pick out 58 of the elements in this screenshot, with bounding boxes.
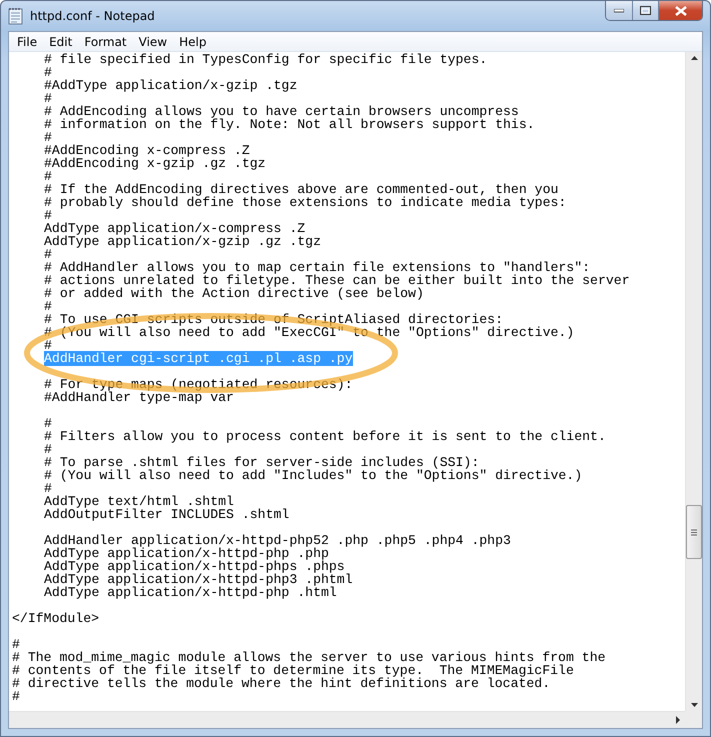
- code-line: AddType application/x-httpd-php .html: [43, 586, 337, 599]
- code-line: #: [43, 66, 52, 79]
- code-line: AddOutputFilter INCLUDES .shtml: [43, 508, 290, 521]
- horizontal-scrollbar[interactable]: [9, 711, 685, 728]
- minimize-button[interactable]: [606, 1, 632, 20]
- code-line: AddType application/x-httpd-php .php: [43, 547, 329, 560]
- window-title: httpd.conf - Notepad: [30, 9, 155, 23]
- code-line: # AddHandler allows you to map certain file extensions to "handlers":: [43, 261, 590, 274]
- code-line: #: [43, 300, 52, 313]
- code-line: # information on the fly. Note: Not all browsers support this.: [43, 118, 535, 131]
- code-line: #: [43, 92, 52, 105]
- menu-item[interactable]: File: [11, 34, 44, 50]
- menu-item[interactable]: Help: [173, 34, 212, 50]
- code-line: # actions unrelated to filetype. These can be either built into the server: [43, 274, 630, 287]
- scroll-thumb[interactable]: [686, 505, 702, 559]
- minimize-icon: [614, 8, 624, 12]
- code-line: #AddEncoding x-compress .Z: [43, 144, 250, 157]
- code-line: #: [43, 339, 52, 352]
- close-button[interactable]: [658, 1, 702, 20]
- code-line: AddType application/x-compress .Z: [43, 222, 306, 235]
- code-line: # directive tells the module where the hint definitions are located.: [12, 677, 550, 690]
- code-line: #: [43, 248, 52, 261]
- notepad-icon: [8, 7, 24, 25]
- code-line: # or added with the Action directive (see below): [43, 287, 424, 300]
- code-line: # To parse .shtml files for server-side includes (SSI):: [43, 456, 480, 469]
- code-line: #AddEncoding x-gzip .gz .tgz: [43, 157, 266, 170]
- code-line: #AddType application/x-gzip .tgz: [43, 79, 298, 92]
- code-line: #: [43, 417, 52, 430]
- code-line: # If the AddEncoding directives above are commented-out, then you: [43, 183, 558, 196]
- code-line: #: [12, 690, 20, 703]
- code-line: AddType application/x-httpd-phps .phps: [43, 560, 345, 573]
- code-line: AddType application/x-gzip .gz .tgz: [43, 235, 321, 248]
- code-line: </IfModule>: [12, 612, 100, 625]
- maximize-button[interactable]: [632, 1, 658, 20]
- code-line: #: [12, 638, 20, 651]
- code-line: #: [43, 131, 52, 144]
- code-line: #: [43, 482, 52, 495]
- code-line: # file specified in TypesConfig for specific file types.: [43, 53, 488, 66]
- menu-item[interactable]: View: [132, 34, 174, 50]
- code-line: # contents of the file itself to determine its type. The MIMEMagicFile: [12, 664, 574, 677]
- code-line: #: [43, 443, 52, 456]
- code-line: AddType application/x-httpd-php3 .phtml: [43, 573, 353, 586]
- scroll-right-icon[interactable]: [673, 714, 682, 726]
- vertical-scrollbar[interactable]: [685, 52, 702, 711]
- code-line: # probably should define those extensions to indicate media types:: [43, 196, 566, 209]
- code-line: # AddEncoding allows you to have certain browsers uncompress: [43, 105, 519, 118]
- code-line: AddType text/html .shtml: [43, 495, 234, 508]
- code-line: # The mod_mime_magic module allows the server to use various hints from the: [12, 651, 606, 664]
- menu-item[interactable]: Format: [78, 34, 133, 50]
- code-line: # (You will also need to add "Includes" to the "Options" directive.): [43, 469, 582, 482]
- code-line: # Filters allow you to process content before it is sent to the client.: [43, 430, 606, 443]
- code-line: AddHandler application/x-httpd-php52 .php .php5 .php4 .php3: [43, 534, 511, 547]
- code-line: #AddHandler type-map var: [43, 391, 234, 404]
- menu-item[interactable]: Edit: [43, 34, 78, 50]
- close-icon: [674, 6, 686, 16]
- maximize-icon: [640, 6, 651, 15]
- code-line: #: [43, 209, 52, 222]
- code-line: #: [43, 170, 52, 183]
